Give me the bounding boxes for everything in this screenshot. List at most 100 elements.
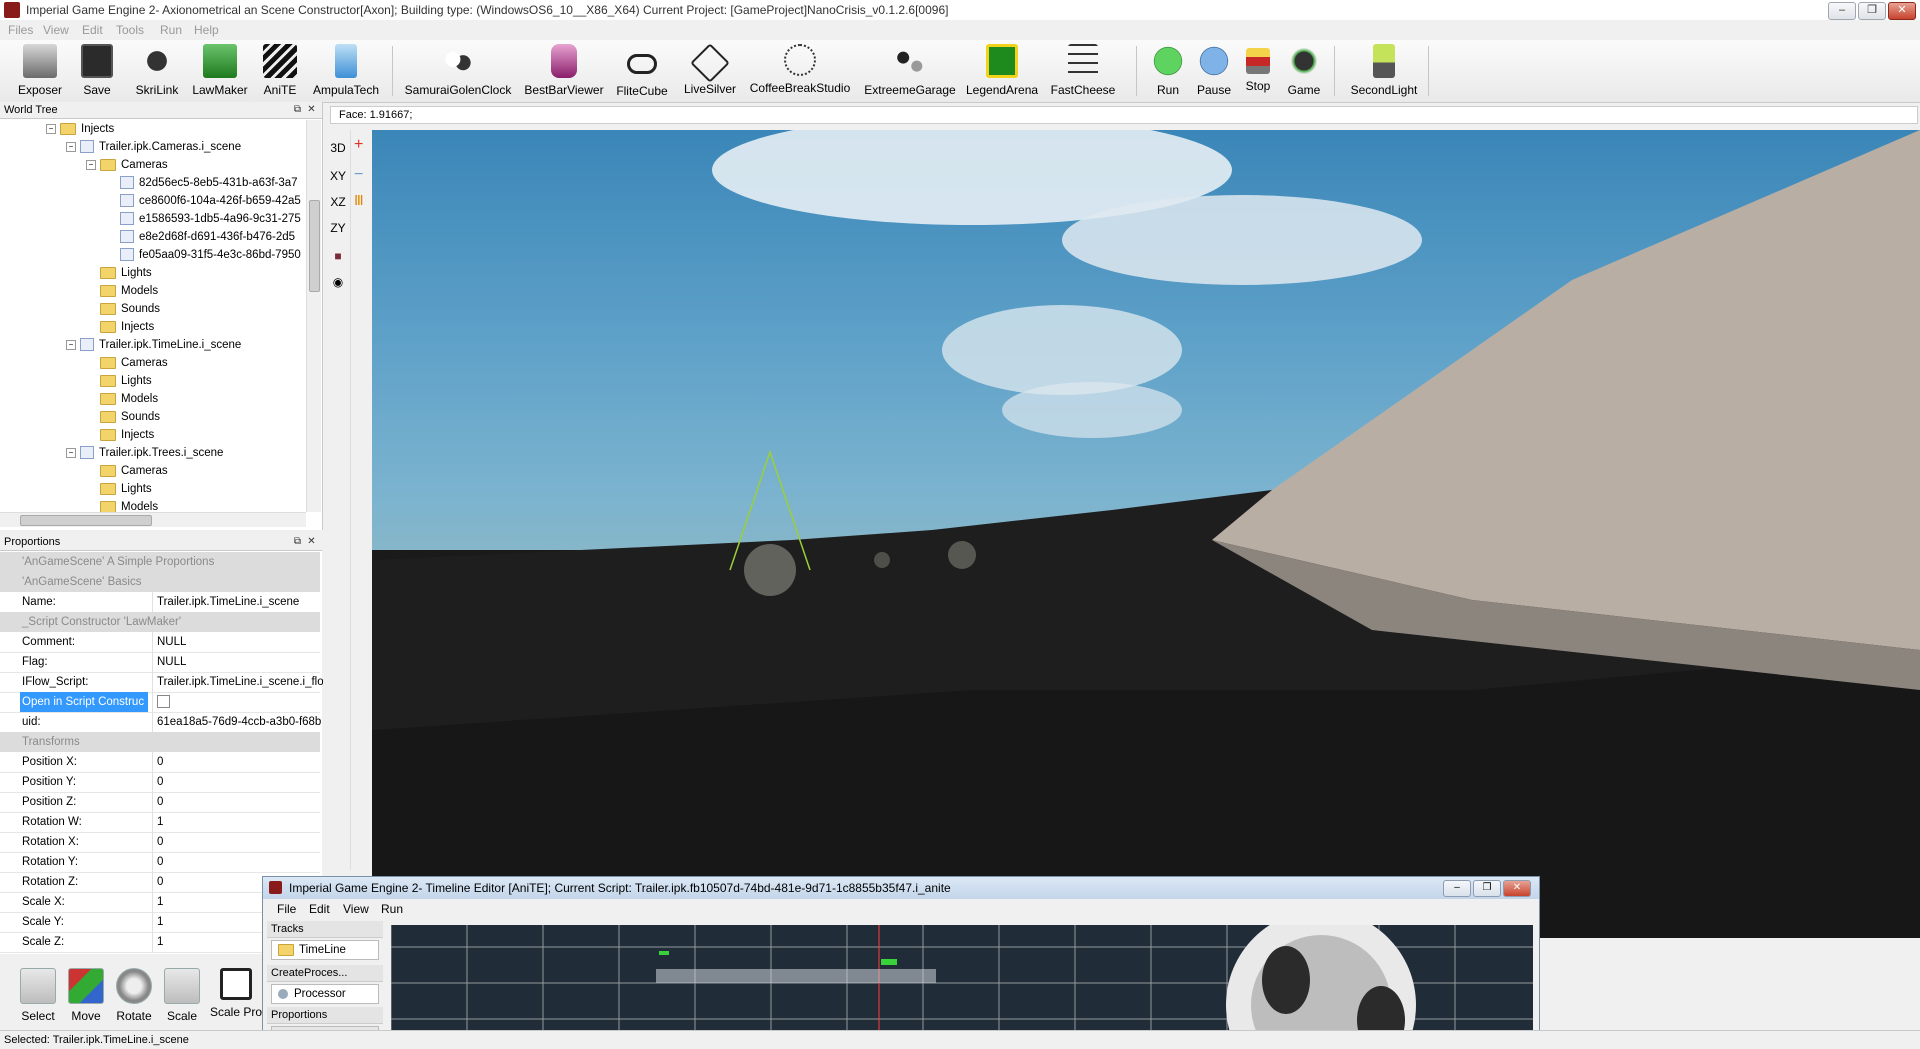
restore-button[interactable]: ❐ <box>1858 2 1886 20</box>
menu-run[interactable]: Run <box>160 23 182 37</box>
property-row-name[interactable]: Name: Trailer.ipk.TimeLine.i_scene <box>0 592 320 613</box>
property-row-position-x[interactable]: Position X: 0 <box>0 752 320 773</box>
collapse-icon[interactable]: − <box>66 141 76 152</box>
tree-node[interactable]: Lights <box>100 372 152 390</box>
tree-node[interactable]: Injects <box>100 426 154 444</box>
tree-node[interactable]: e1586593-1db5-4a96-9c31-275 <box>120 210 301 228</box>
tree-node[interactable]: Cameras <box>100 354 168 372</box>
world-tree[interactable]: − Injects − Trailer.ipk.Cameras.i_scene − C… <box>0 120 306 512</box>
property-group[interactable]: 'AnGameScene' A Simple Proportions <box>0 552 320 572</box>
tree-node[interactable]: Injects <box>100 318 154 336</box>
exposer-button[interactable]: Exposer <box>14 44 66 100</box>
timeline-canvas[interactable] <box>391 925 1533 1045</box>
vertical-scrollbar[interactable] <box>306 120 321 512</box>
tree-node[interactable]: Models <box>100 498 158 512</box>
skrilink-button[interactable]: SkriLink <box>134 44 180 100</box>
livesilver-button[interactable]: LiveSilver <box>680 43 740 100</box>
property-row-flag[interactable]: Flag: NULL <box>0 652 320 673</box>
tree-node[interactable]: Models <box>100 282 158 300</box>
tree-node[interactable]: 82d56ec5-8eb5-431b-a63f-3a7 <box>120 174 298 192</box>
menu-view[interactable]: View <box>43 23 69 37</box>
minimize-button[interactable]: – <box>1828 2 1856 20</box>
rotate-tool-button[interactable]: Rotate <box>110 968 158 1023</box>
tree-node[interactable]: Cameras <box>100 462 168 480</box>
tree-node[interactable]: fe05aa09-31f5-4e3c-86bd-7950 <box>120 246 301 264</box>
minimize-button[interactable]: – <box>1443 880 1471 897</box>
collapse-icon[interactable]: − <box>46 123 56 134</box>
color-swatch-icon[interactable]: ■ <box>328 246 348 266</box>
secondlight-button[interactable]: SecondLight <box>1346 44 1422 100</box>
menu-tools[interactable]: Tools <box>116 23 144 37</box>
property-row-rotation-x[interactable]: Rotation X: 0 <box>0 832 320 853</box>
close-panel-icon[interactable]: ✕ <box>306 536 317 547</box>
tree-node[interactable]: ce8600f6-104a-426f-b659-42a5 <box>120 192 301 210</box>
float-panel-icon[interactable]: ⧉ <box>292 536 303 547</box>
scale-tool-button[interactable]: Scale <box>158 968 206 1023</box>
view-xz-button[interactable]: XZ <box>328 192 348 212</box>
tree-node[interactable]: − Trailer.ipk.TimeLine.i_scene <box>66 336 241 354</box>
save-button[interactable]: Save <box>76 44 118 100</box>
lawmaker-button[interactable]: LawMaker <box>190 44 250 100</box>
tree-node[interactable]: − Injects <box>46 120 114 138</box>
scroll-thumb[interactable] <box>20 515 152 526</box>
anite-button[interactable]: AniTE <box>260 44 300 100</box>
property-row-rotation-w[interactable]: Rotation W: 1 <box>0 812 320 833</box>
property-row-comment[interactable]: Comment: NULL <box>0 632 320 653</box>
horizontal-scrollbar[interactable] <box>0 512 306 527</box>
close-button[interactable]: ✕ <box>1503 880 1531 897</box>
tree-node[interactable]: − Trailer.ipk.Cameras.i_scene <box>66 138 241 156</box>
fastcheese-button[interactable]: FastCheese <box>1048 44 1118 100</box>
collapse-icon[interactable]: − <box>66 339 76 350</box>
property-group[interactable]: _Script Constructor 'LawMaker' <box>0 612 320 632</box>
float-panel-icon[interactable]: ⧉ <box>292 104 303 115</box>
tree-node[interactable]: − Cameras <box>86 156 168 174</box>
scale-pro-tool-button[interactable]: Scale Pro <box>208 968 264 1019</box>
ampulatech-button[interactable]: AmpulaTech <box>310 44 382 100</box>
view-xy-button[interactable]: XY <box>328 166 348 186</box>
pause-button[interactable]: Pause <box>1194 44 1234 100</box>
menu-help[interactable]: Help <box>194 23 219 37</box>
view-zy-button[interactable]: ZY <box>328 218 348 238</box>
columns-icon[interactable]: Ⅲ <box>354 192 364 209</box>
minus-icon[interactable]: − <box>354 166 363 184</box>
select-tool-button[interactable]: Select <box>14 968 62 1023</box>
tree-node[interactable]: e8e2d68f-d691-436f-b476-2d5 <box>120 228 295 246</box>
property-row-position-z[interactable]: Position Z: 0 <box>0 792 320 813</box>
property-row-uid[interactable]: uid: 61ea18a5-76d9-4ccb-a3b0-f68b <box>0 712 321 733</box>
collapse-icon[interactable]: − <box>86 159 96 170</box>
run-button[interactable]: Run <box>1146 44 1190 100</box>
tree-node[interactable]: Lights <box>100 480 152 498</box>
property-row-open-in-script[interactable]: Open in Script Construc <box>0 692 320 713</box>
samuraigolenclock-button[interactable]: SamuraiGolenClock <box>402 44 514 100</box>
move-tool-button[interactable]: Move <box>62 968 110 1023</box>
property-group[interactable]: Transforms <box>0 732 320 752</box>
view-3d-button[interactable]: 3D <box>328 138 348 158</box>
game-button[interactable]: Game <box>1282 44 1326 100</box>
track-item[interactable]: TimeLine <box>271 940 379 960</box>
tree-node[interactable]: Lights <box>100 264 152 282</box>
menu-view[interactable]: View <box>343 902 369 916</box>
restore-button[interactable]: ❐ <box>1473 880 1501 897</box>
menu-edit[interactable]: Edit <box>82 23 103 37</box>
stop-button[interactable]: Stop <box>1238 44 1278 100</box>
menu-edit[interactable]: Edit <box>309 902 330 916</box>
menu-file[interactable]: File <box>277 902 296 916</box>
3d-viewport[interactable] <box>372 130 1920 938</box>
bestbarviewer-button[interactable]: BestBarViewer <box>524 44 604 100</box>
collapse-icon[interactable]: − <box>66 447 76 458</box>
processor-item[interactable]: Processor <box>271 984 379 1004</box>
add-cross-icon[interactable]: + <box>354 136 363 154</box>
close-panel-icon[interactable]: ✕ <box>306 104 317 115</box>
property-row-iflow[interactable]: IFlow_Script: Trailer.ipk.TimeLine.i_scen… <box>0 672 323 693</box>
menu-run[interactable]: Run <box>381 902 403 916</box>
property-row-rotation-y[interactable]: Rotation Y: 0 <box>0 852 320 873</box>
tree-node[interactable]: − Trailer.ipk.Trees.i_scene <box>66 444 223 462</box>
open-in-script-checkbox[interactable] <box>152 692 323 712</box>
eye-icon[interactable]: ◉ <box>328 272 348 292</box>
coffeebreakstudio-button[interactable]: CoffeeBreakStudio <box>748 44 852 100</box>
extreemegarage-button[interactable]: ExtreemeGarage <box>862 44 958 100</box>
legendarena-button[interactable]: LegendArena <box>966 44 1038 100</box>
menu-files[interactable]: Files <box>8 23 33 37</box>
property-row-position-y[interactable]: Position Y: 0 <box>0 772 320 793</box>
tree-node[interactable]: Sounds <box>100 300 160 318</box>
